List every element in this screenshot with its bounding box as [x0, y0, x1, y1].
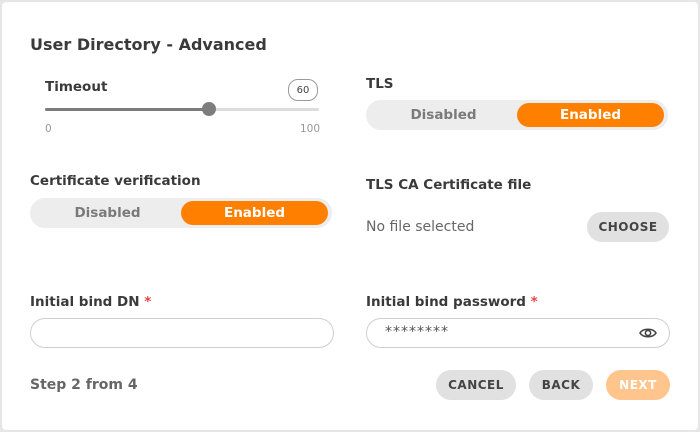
- bind-password-value: ********: [385, 324, 449, 340]
- bind-dn-input[interactable]: [30, 318, 334, 348]
- dialog-title: User Directory - Advanced: [30, 35, 267, 54]
- bind-dn-label-text: Initial bind DN: [30, 294, 140, 310]
- cert-verification-toggle: Disabled Enabled: [30, 198, 332, 228]
- timeout-max-label: 100: [300, 123, 321, 135]
- step-indicator: Step 2 from 4: [30, 377, 138, 393]
- bind-password-required-mark: *: [530, 294, 538, 310]
- timeout-slider-fill: [45, 108, 209, 111]
- cert-verification-label: Certificate verification: [30, 173, 201, 189]
- cancel-button[interactable]: CANCEL: [436, 370, 516, 400]
- tls-ca-file-label: TLS CA Certificate file: [366, 177, 532, 193]
- bind-password-label-text: Initial bind password: [366, 294, 526, 310]
- bind-password-input[interactable]: ********: [366, 318, 670, 348]
- choose-file-button[interactable]: CHOOSE: [587, 212, 669, 242]
- timeout-slider-thumb[interactable]: [202, 102, 216, 116]
- next-button[interactable]: NEXT: [606, 370, 670, 400]
- bind-password-label: Initial bind password *: [366, 294, 538, 310]
- bind-dn-label: Initial bind DN *: [30, 294, 151, 310]
- timeout-label: Timeout: [45, 79, 108, 95]
- dialog-card: User Directory - Advanced Timeout 60 0 1…: [2, 2, 698, 430]
- cert-verification-option-disabled[interactable]: Disabled: [34, 201, 181, 225]
- timeout-min-label: 0: [45, 123, 52, 135]
- timeout-value-bubble: 60: [288, 79, 318, 101]
- tls-label: TLS: [366, 76, 394, 92]
- tls-option-enabled[interactable]: Enabled: [517, 103, 664, 127]
- tls-toggle: Disabled Enabled: [366, 100, 668, 130]
- tls-ca-file-status: No file selected: [366, 219, 475, 235]
- cert-verification-option-enabled[interactable]: Enabled: [181, 201, 328, 225]
- tls-option-disabled[interactable]: Disabled: [370, 103, 517, 127]
- eye-icon[interactable]: [639, 326, 657, 340]
- bind-dn-required-mark: *: [144, 294, 152, 310]
- back-button[interactable]: BACK: [529, 370, 593, 400]
